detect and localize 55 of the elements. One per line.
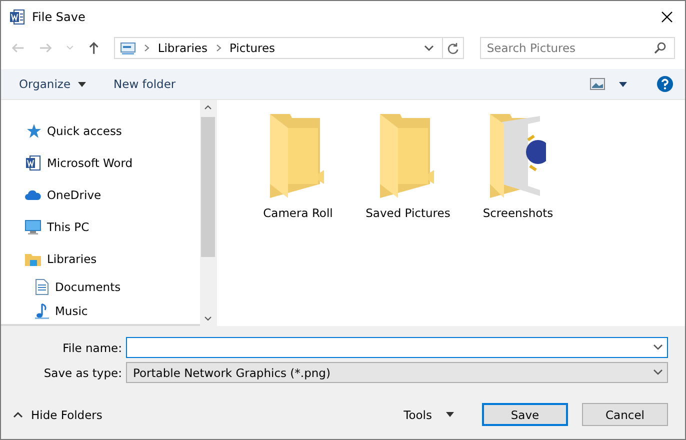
folder-icon	[25, 252, 41, 266]
scroll-up-icon[interactable]	[204, 105, 212, 110]
sidebar-item[interactable]: Documents	[1, 275, 200, 299]
chevron-icon	[216, 44, 222, 52]
monitor-icon	[25, 220, 41, 234]
sidebar-item[interactable]: Microsoft Word	[1, 147, 200, 179]
folder-item[interactable]: Camera Roll	[243, 112, 353, 220]
scrollbar[interactable]	[200, 100, 216, 326]
folder-icon	[270, 114, 326, 198]
monitor-icon	[120, 41, 136, 55]
breadcrumb[interactable]: Pictures	[230, 41, 276, 55]
chevron-icon	[144, 44, 150, 52]
search-field[interactable]: Search Pictures	[480, 37, 675, 59]
file-type-dropdown[interactable]: Portable Network Graphics (*.png)	[126, 362, 668, 383]
file-name-label: File name:	[62, 340, 122, 354]
save-button[interactable]: Save	[482, 403, 568, 426]
scroll-down-icon[interactable]	[204, 316, 212, 321]
document-icon	[35, 279, 49, 295]
folder-icon	[380, 114, 436, 198]
sidebar-item[interactable]: Quick access	[1, 115, 200, 147]
sidebar-item[interactable]: Libraries	[1, 243, 200, 275]
sidebar-item[interactable]: Music	[1, 299, 200, 323]
view-picture-icon[interactable]	[590, 78, 605, 90]
music-note-icon	[35, 303, 49, 319]
refresh-icon	[446, 42, 459, 54]
folder-item[interactable]: Screenshots	[463, 112, 573, 220]
up-arrow-icon[interactable]	[88, 41, 100, 55]
word-logo-icon	[9, 8, 25, 24]
address-bar[interactable]: Libraries Pictures	[114, 37, 464, 59]
window-title: File Save	[32, 10, 86, 24]
star-icon	[25, 123, 41, 139]
tools-button[interactable]: Tools	[398, 406, 460, 422]
caret-icon	[446, 412, 454, 417]
file-name-field[interactable]	[126, 337, 668, 358]
sidebar-item[interactable]: This PC	[1, 211, 200, 243]
folder-item[interactable]: Saved Pictures	[353, 112, 463, 220]
dropdown-caret-icon[interactable]	[653, 344, 663, 351]
caret-up-icon	[13, 411, 23, 418]
save-as-type-label: Save as type:	[42, 366, 122, 380]
search-icon	[654, 42, 666, 54]
organize-button[interactable]: Organize	[9, 75, 96, 93]
help-icon[interactable]	[657, 76, 673, 92]
word-logo-icon	[25, 155, 41, 171]
sidebar-item[interactable]: OneDrive	[1, 179, 200, 211]
dropdown-caret-icon	[653, 369, 663, 376]
folder-with-picture-icon	[490, 114, 546, 198]
cloud-icon	[25, 189, 41, 201]
close-icon[interactable]	[661, 10, 673, 22]
caret-icon	[78, 82, 86, 86]
breadcrumb[interactable]: Libraries	[158, 41, 208, 55]
new-folder-button[interactable]: New folder	[104, 75, 186, 93]
hide-folders-button[interactable]: Hide Folders	[1, 406, 114, 424]
dropdown-caret-icon[interactable]	[424, 44, 434, 52]
view-caret-icon[interactable]	[619, 82, 627, 86]
cancel-button[interactable]: Cancel	[582, 403, 668, 426]
